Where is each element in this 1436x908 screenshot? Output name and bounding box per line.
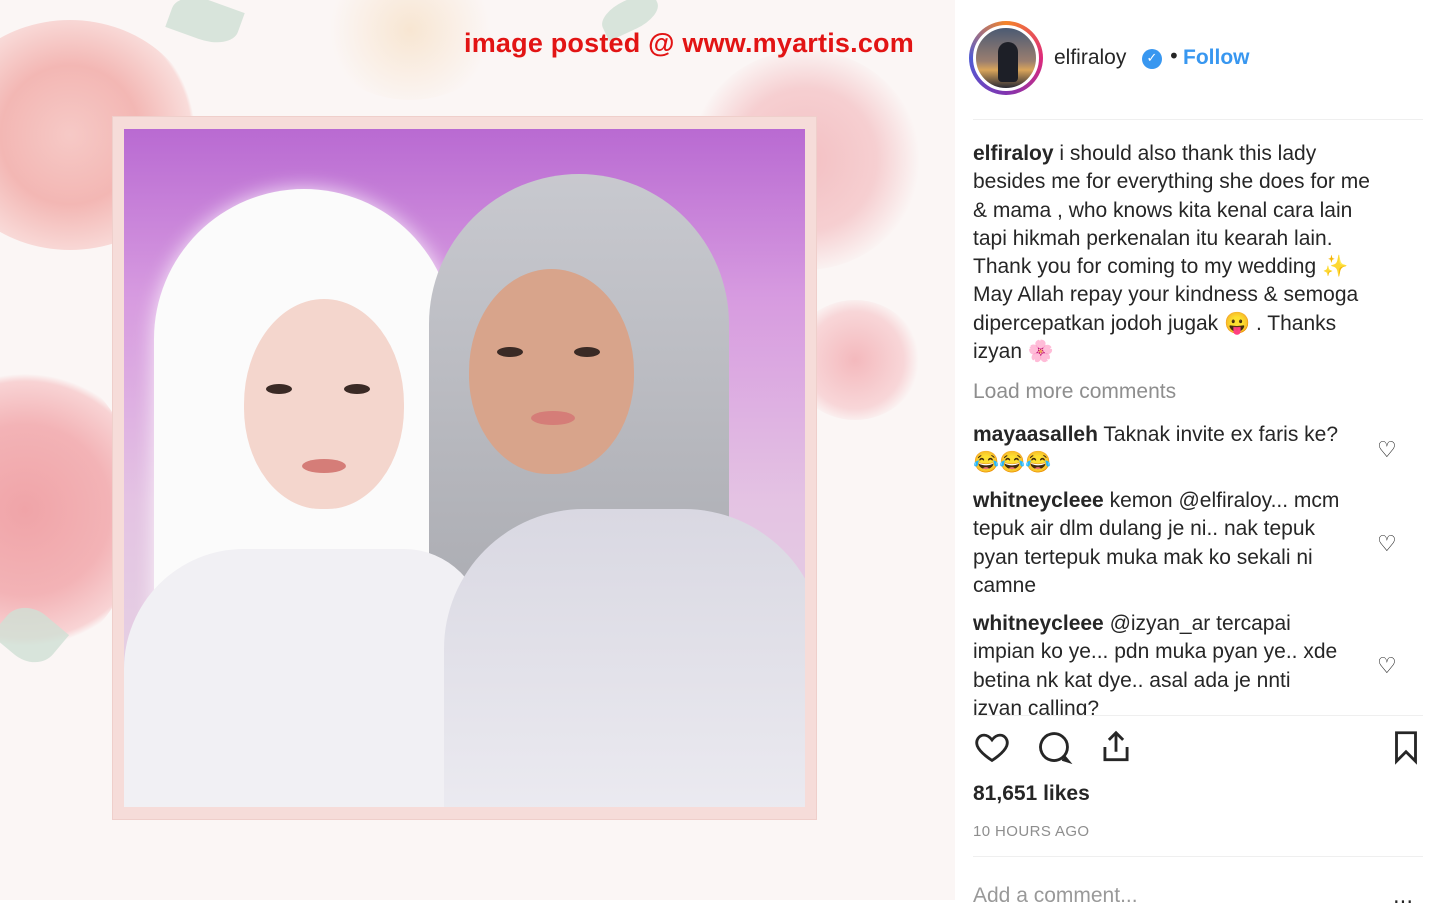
friend-face [469,269,634,474]
username-link[interactable]: elfiraloy [1054,46,1126,70]
post-image[interactable]: image posted @ www.myartis.com [0,0,955,900]
divider [973,856,1423,857]
photo [124,129,805,807]
comment-text: izyan calling? [973,696,1100,715]
friend-dress [444,509,805,807]
comment-item: whitneycleee kemon @elfiraloy... mcm tep… [973,487,1353,600]
bride-dress [124,549,484,807]
bride-face [244,299,404,509]
leaf-decoration [165,0,245,51]
caption-username[interactable]: elfiraloy [973,142,1054,165]
caption-line: Thank you for coming to my wedding ✨ [973,255,1349,279]
comment-text: impian ko ye... pdn muka pyan ye.. xde [973,640,1338,664]
caption-text: i should also thank this lady [1059,142,1317,165]
verified-badge-icon: ✓ [1142,49,1162,69]
heart-icon[interactable] [973,728,1013,768]
comment-item: whitneycleee @izyan_ar tercapai impian k… [973,610,1353,715]
caption-line: izyan 🌸 [973,340,1055,364]
divider [973,119,1423,120]
comment-username[interactable]: whitneycleee [973,612,1104,635]
comment-username[interactable]: whitneycleee [973,489,1104,512]
add-comment-input[interactable]: Add a comment... [973,884,1138,908]
follow-button[interactable]: Follow [1183,46,1250,70]
comment-text: tepuk air dlm dulang je ni.. nak tepuk [973,517,1316,541]
comment-text: kemon @elfiraloy... mcm [1109,489,1340,512]
caption-line: besides me for everything she does for m… [973,170,1370,194]
caption: elfiraloy i should also thank this lady … [973,140,1393,366]
separator-dot: • [1168,44,1180,68]
comment-text: 😂😂😂 [973,451,1052,475]
caption-line: & mama , who knows kita kenal cara lain [973,198,1353,222]
watermark-text: image posted @ www.myartis.com [464,28,914,58]
comments-list[interactable]: elfiraloy i should also thank this lady … [973,140,1423,715]
post-header: elfiraloy ✓ • Follow [955,0,1425,120]
load-more-comments-button[interactable]: Load more comments [973,378,1176,406]
caption-line: tapi hikmah perkenalan itu kearah lain. [973,226,1333,250]
comment-username[interactable]: mayaasalleh [973,423,1098,446]
comment-text: camne [973,573,1037,597]
comment-text: @izyan_ar tercapai [1109,612,1291,635]
comment-bubble-icon[interactable] [1035,728,1075,768]
post-timestamp[interactable]: 10 HOURS AGO [973,823,1090,840]
avatar[interactable] [969,21,1043,95]
comment-like-heart-icon[interactable]: ♡ [1377,652,1401,678]
comment-text: pyan tertepuk muka mak ko sekali ni [973,545,1313,569]
divider [973,715,1423,716]
comment-text: Taknak invite ex faris ke? [1103,423,1339,446]
caption-line: dipercepatkan jodoh jugak 😛 . Thanks [973,311,1337,335]
caption-line: May Allah repay your kindness & semoga [973,283,1359,307]
comment-item: mayaasalleh Taknak invite ex faris ke? 😂… [973,421,1353,478]
post-comment-button[interactable]: ... [1393,884,1413,908]
comment-text: betina nk kat dye.. asal ada je nnti [973,668,1291,692]
comment-like-heart-icon[interactable]: ♡ [1377,436,1401,462]
comment-like-heart-icon[interactable]: ♡ [1377,530,1401,556]
action-bar [973,728,1423,772]
post-sidebar: elfiraloy ✓ • Follow elfiraloy i should … [955,0,1436,908]
share-icon[interactable] [1097,728,1137,768]
bookmark-icon[interactable] [1387,728,1427,768]
likes-count[interactable]: 81,651 likes [973,782,1090,806]
